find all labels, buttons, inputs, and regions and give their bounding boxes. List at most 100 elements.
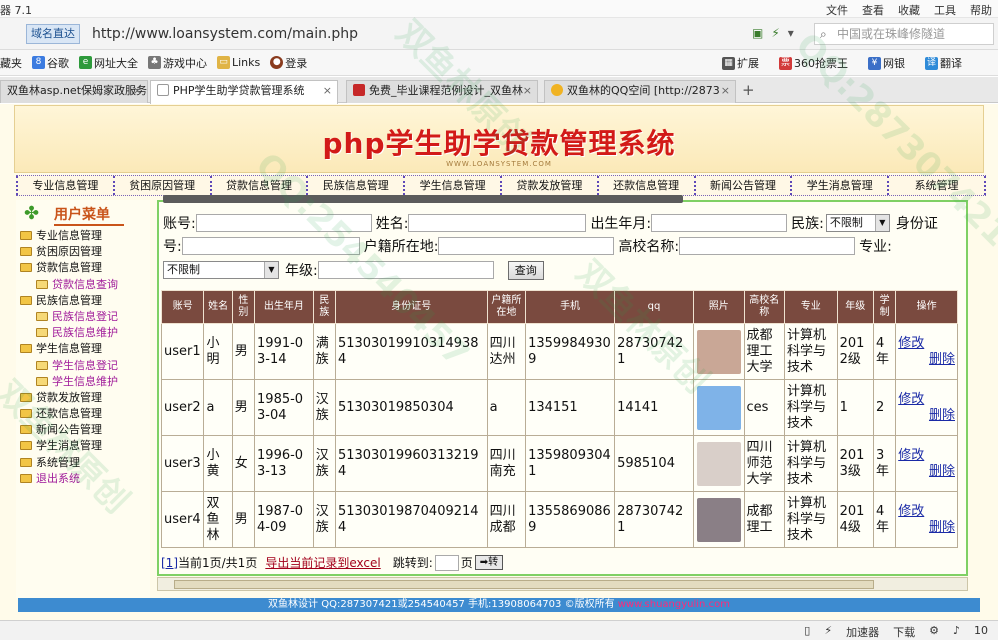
go-button[interactable]: ➡转	[474, 555, 504, 570]
security-icon[interactable]: ▣	[752, 26, 763, 40]
sidebar-item[interactable]: 贷款信息管理	[16, 260, 150, 276]
scrollbar-thumb[interactable]	[174, 580, 874, 589]
name-input[interactable]	[408, 214, 587, 232]
sidebar-item[interactable]: 民族信息登记	[16, 309, 150, 325]
nav-poverty-reason[interactable]: 贫困原因管理	[112, 176, 210, 195]
sidebar-item[interactable]: 学生信息管理	[16, 341, 150, 357]
dropdown-icon[interactable]: ▾	[788, 26, 794, 40]
delete-link[interactable]: 删除	[898, 352, 955, 368]
bookmark-url-hub[interactable]: e 网址大全	[79, 55, 138, 71]
student-photo[interactable]	[696, 441, 741, 486]
delete-link[interactable]: 删除	[898, 408, 955, 424]
edit-link[interactable]: 修改	[898, 448, 955, 464]
menu-file[interactable]: 文件	[826, 2, 848, 18]
student-table: 账号 姓名 性别 出生年月 民族 身份证号 户籍所在地 手机 qq 照片 高校名…	[160, 290, 958, 548]
domain-mode-button[interactable]: 域名直达	[26, 24, 80, 44]
settings-icon[interactable]: ⚙	[929, 624, 939, 640]
bookmark-google[interactable]: 8 谷歌	[32, 55, 69, 71]
download-button[interactable]: 下载	[893, 624, 915, 640]
nav-system[interactable]: 系统管理	[887, 176, 986, 195]
sidebar-item[interactable]: 民族信息管理	[16, 293, 150, 309]
hukou-input[interactable]	[438, 237, 615, 255]
cell-idcard: 513030199603132194	[334, 435, 488, 492]
bank-button[interactable]: ¥ 网银	[868, 55, 905, 71]
school-input[interactable]	[679, 237, 856, 255]
edit-link[interactable]: 修改	[898, 336, 955, 352]
tab-housekeeping[interactable]: 双鱼林asp.net保姆家政服务 ×	[0, 80, 148, 103]
panel-caption-bar	[163, 195, 683, 203]
nav-loan-info[interactable]: 贷款信息管理	[209, 176, 307, 195]
search-box[interactable]: ⌕ 中国或在珠峰修隧道	[814, 23, 994, 45]
horizontal-scrollbar[interactable]	[157, 577, 968, 591]
table-body: user1 小明男 1991-03-14 满族 513030199103149384 四川…	[160, 323, 958, 548]
phone-icon[interactable]: ▯	[804, 624, 810, 640]
sidebar-item[interactable]: 新闻公告管理	[16, 422, 150, 438]
search-button[interactable]: 查询	[507, 260, 544, 280]
url-input[interactable]: http://www.loansystem.com/main.php	[92, 24, 358, 44]
close-icon[interactable]: ×	[323, 81, 332, 101]
footer-link[interactable]: www.shuangyulin.com	[618, 599, 730, 610]
nav-repayment[interactable]: 还款信息管理	[596, 176, 694, 195]
grade-input[interactable]	[317, 261, 494, 279]
close-icon[interactable]: ×	[721, 81, 730, 101]
sidebar-item[interactable]: 专业信息管理	[16, 228, 150, 244]
tab-qq-space[interactable]: 双鱼林的QQ空间 [http://2873 ×	[544, 80, 736, 103]
student-photo[interactable]	[696, 329, 741, 374]
nav-major[interactable]: 专业信息管理	[16, 176, 113, 195]
lightning-icon[interactable]: ⚡	[824, 624, 832, 640]
sidebar-item[interactable]: 民族信息维护	[16, 325, 150, 341]
nav-loan-issue[interactable]: 贷款发放管理	[499, 176, 597, 195]
ticket-button[interactable]: 票 360抢票王	[779, 55, 848, 71]
translate-button[interactable]: 译翻译	[925, 55, 962, 71]
export-excel-link[interactable]: 导出当前记录到excel	[265, 554, 380, 571]
menu-tools[interactable]: 工具	[934, 2, 956, 18]
edit-link[interactable]: 修改	[898, 392, 955, 408]
tab-graduation-design[interactable]: 免费_毕业课程范例设计_双鱼林 ×	[346, 80, 538, 103]
bookmark-login[interactable]: ● 登录	[270, 55, 307, 71]
sidebar-item[interactable]: 学生信息维护	[16, 374, 150, 390]
major-select[interactable]: 不限制 ▼	[163, 261, 279, 279]
jump-page-input[interactable]	[434, 554, 459, 571]
bookmark-games[interactable]: ♣ 游戏中心	[148, 55, 207, 71]
account-input[interactable]	[195, 214, 372, 232]
accelerator-button[interactable]: 加速器	[846, 624, 879, 640]
close-icon[interactable]: ×	[523, 81, 532, 101]
sidebar-item[interactable]: 学生信息登记	[16, 358, 150, 374]
nav-nation[interactable]: 民族信息管理	[306, 176, 403, 195]
delete-link[interactable]: 删除	[898, 520, 955, 536]
menu-help[interactable]: 帮助	[970, 2, 992, 18]
search-icon: ⌕	[820, 27, 827, 41]
bookmark-favorites[interactable]: 藏夹	[0, 55, 22, 71]
sidebar-item[interactable]: 学生消息管理	[16, 438, 150, 454]
nav-news[interactable]: 新闻公告管理	[693, 176, 791, 195]
page-link[interactable]: [1]	[161, 556, 178, 570]
delete-link[interactable]: 删除	[898, 464, 955, 480]
clover-icon: ✤	[24, 203, 40, 224]
new-tab-button[interactable]: +	[742, 81, 755, 99]
extensions-button[interactable]: ▦ 扩展	[722, 55, 759, 71]
student-photo[interactable]	[696, 497, 741, 542]
idcard-input[interactable]	[181, 237, 360, 255]
sidebar-item[interactable]: 贫困原因管理	[16, 244, 150, 260]
student-photo[interactable]	[696, 385, 741, 430]
sidebar-item[interactable]: 系统管理	[16, 455, 150, 471]
birth-input[interactable]	[651, 214, 788, 232]
bookmark-links[interactable]: ▭ Links	[217, 56, 260, 69]
tab-loan-system[interactable]: PHP学生助学贷款管理系统 ×	[150, 80, 338, 104]
menu-favorites[interactable]: 收藏	[898, 2, 920, 18]
sidebar-item-label: 贷款信息查询	[52, 277, 118, 291]
close-icon[interactable]: ×	[133, 81, 142, 101]
lightning-icon[interactable]: ⚡	[771, 26, 779, 40]
folder-icon	[36, 376, 48, 386]
sidebar-item[interactable]: 贷款发放管理	[16, 390, 150, 406]
sound-icon[interactable]: ♪	[953, 624, 960, 640]
nav-student[interactable]: 学生信息管理	[403, 176, 500, 195]
sidebar-item[interactable]: 退出系统	[16, 471, 150, 487]
menu-view[interactable]: 查看	[862, 2, 884, 18]
zoom-level[interactable]: 10	[974, 624, 988, 640]
nation-select[interactable]: 不限制 ▼	[825, 214, 890, 232]
edit-link[interactable]: 修改	[898, 504, 955, 520]
sidebar-item[interactable]: 贷款信息查询	[16, 277, 150, 293]
nav-student-message[interactable]: 学生消息管理	[790, 176, 887, 195]
sidebar-item[interactable]: 还款信息管理	[16, 406, 150, 422]
